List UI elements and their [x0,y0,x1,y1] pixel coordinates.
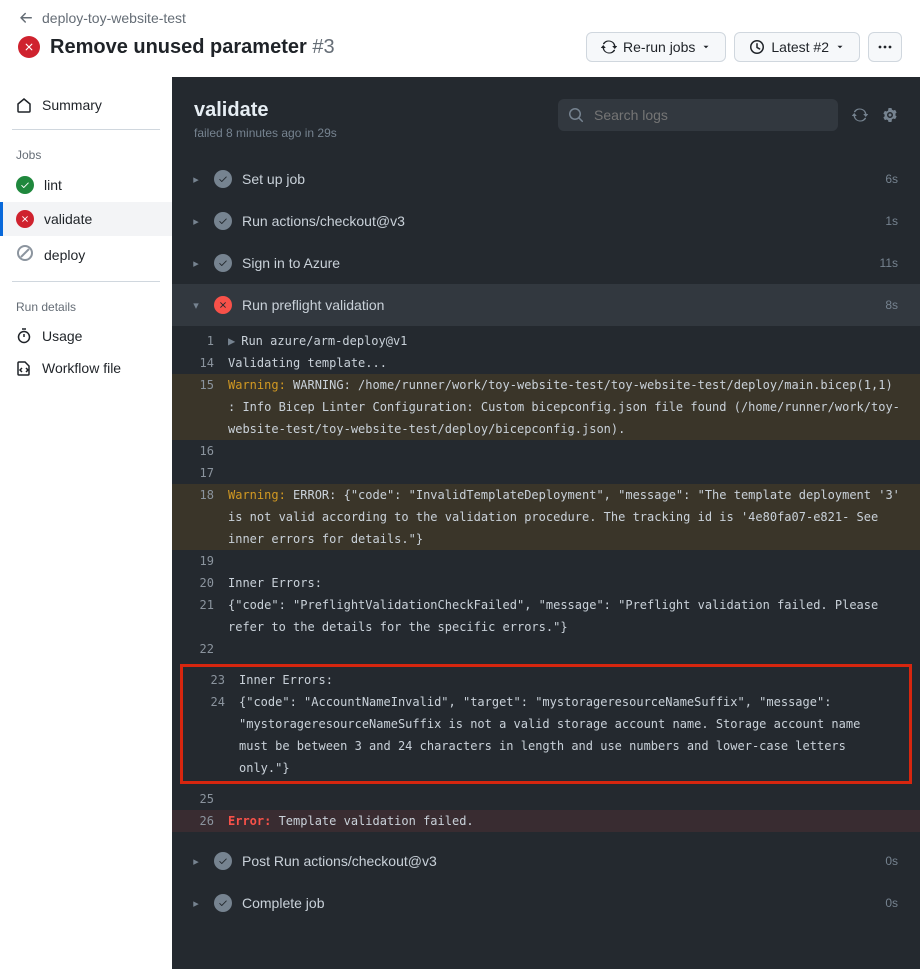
sidebar-item-label: lint [44,177,62,193]
caret-down-icon [701,42,711,52]
run-details-heading: Run details [0,290,172,320]
log-line: 20Inner Errors: [172,572,920,594]
chevron-down-icon: ▾ [188,299,204,312]
step-row[interactable]: ▸ Set up job 6s [172,158,920,200]
refresh-icon[interactable] [852,107,868,123]
sidebar-item-label: Workflow file [42,360,121,376]
step-duration: 6s [885,172,898,186]
log-line: 1▶Run azure/arm-deploy@v1 [172,330,920,352]
log-line: 26Error: Template validation failed. [172,810,920,832]
log-line: 24{"code": "AccountNameInvalid", "target… [183,691,909,779]
chevron-right-icon: ▸ [188,855,204,868]
latest-run-button[interactable]: Latest #2 [734,32,860,62]
sidebar-usage[interactable]: Usage [0,320,172,352]
back-link[interactable]: deploy-toy-website-test [18,10,902,26]
check-circle-icon [214,170,232,188]
log-line: 23Inner Errors: [183,669,909,691]
check-circle-icon [214,254,232,272]
sidebar-item-label: validate [44,211,92,227]
sync-icon [601,39,617,55]
check-circle-icon [214,212,232,230]
log-line: 14Validating template... [172,352,920,374]
back-label: deploy-toy-website-test [42,10,186,26]
arrow-left-icon [18,10,34,26]
chevron-right-icon: ▸ [188,257,204,270]
sidebar-job-lint[interactable]: lint [0,168,172,202]
skip-icon [16,244,34,265]
caret-down-icon [835,42,845,52]
step-row[interactable]: ▸ Sign in to Azure 11s [172,242,920,284]
job-title: validate [194,99,337,122]
jobs-heading: Jobs [0,138,172,168]
check-circle-icon [214,894,232,912]
check-icon [16,176,34,194]
step-duration: 11s [880,256,898,270]
job-log-panel: validate failed 8 minutes ago in 29s ▸ Se… [172,77,920,969]
log-line: 15Warning: WARNING: /home/runner/work/to… [172,374,920,440]
step-label: Post Run actions/checkout@v3 [242,853,437,869]
x-circle-icon [214,296,232,314]
search-logs-input[interactable] [558,99,838,131]
search-icon [568,107,584,123]
sidebar-item-label: Summary [42,97,102,113]
step-row[interactable]: ▸ Post Run actions/checkout@v3 0s [172,840,920,882]
gear-icon[interactable] [882,107,898,123]
error-highlight: 23Inner Errors:24{"code": "AccountNameIn… [180,664,912,784]
stopwatch-icon [16,328,32,344]
sidebar-job-validate[interactable]: validate [0,202,172,236]
step-label: Sign in to Azure [242,255,340,271]
job-subtitle: failed 8 minutes ago in 29s [194,126,337,140]
step-duration: 1s [885,214,898,228]
sidebar-job-deploy[interactable]: deploy [0,236,172,273]
page-title: Remove unused parameter #3 [50,36,335,59]
step-row[interactable]: ▸ Complete job 0s [172,882,920,924]
step-duration: 8s [885,298,898,312]
step-label: Run actions/checkout@v3 [242,213,405,229]
log-line: 16 [172,440,920,462]
check-circle-icon [214,852,232,870]
rerun-jobs-button[interactable]: Re-run jobs [586,32,726,62]
sidebar-workflow-file[interactable]: Workflow file [0,352,172,384]
log-line: 21{"code": "PreflightValidationCheckFail… [172,594,920,638]
step-label: Complete job [242,895,325,911]
log-line: 22 [172,638,920,660]
log-output: 1▶Run azure/arm-deploy@v114Validating te… [172,326,920,840]
page-header: deploy-toy-website-test Remove unused pa… [0,0,920,77]
home-icon [16,97,32,113]
log-line: 19 [172,550,920,572]
kebab-icon [877,39,893,55]
step-label: Set up job [242,171,305,187]
log-line: 18Warning: ERROR: {"code": "InvalidTempl… [172,484,920,550]
chevron-right-icon: ▸ [188,173,204,186]
chevron-right-icon: ▸ [188,215,204,228]
step-label: Run preflight validation [242,297,384,313]
kebab-button[interactable] [868,32,902,62]
sidebar-item-label: deploy [44,247,85,263]
step-row[interactable]: ▸ Run actions/checkout@v3 1s [172,200,920,242]
step-row[interactable]: ▾ Run preflight validation 8s [172,284,920,326]
x-icon [16,210,34,228]
log-line: 25 [172,788,920,810]
fail-icon [18,36,40,58]
history-icon [749,39,765,55]
sidebar: Summary Jobs lint validate deploy Run de… [0,77,172,969]
sidebar-summary[interactable]: Summary [0,89,172,121]
chevron-right-icon: ▸ [188,897,204,910]
step-duration: 0s [885,896,898,910]
log-line: 17 [172,462,920,484]
file-icon [16,360,32,376]
step-duration: 0s [885,854,898,868]
sidebar-item-label: Usage [42,328,82,344]
